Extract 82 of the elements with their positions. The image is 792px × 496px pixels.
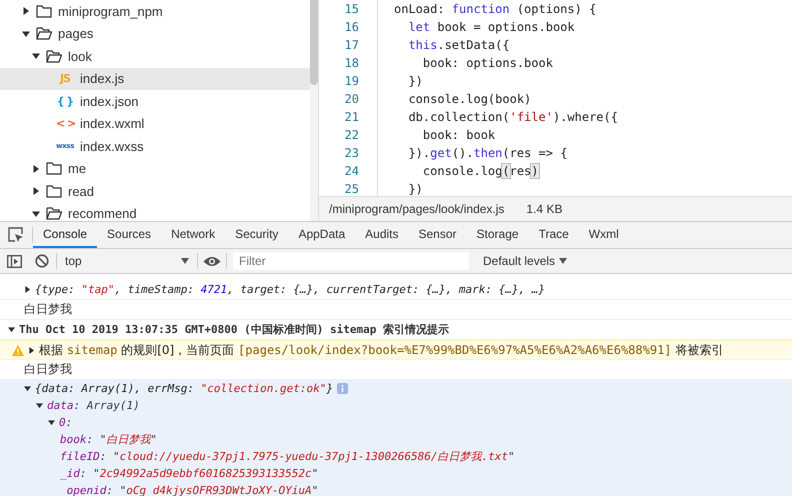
file-type-icon: JS (56, 72, 74, 86)
file-type-icon: { } (56, 94, 74, 108)
code-line: onLoad: function (options) { (393, 2, 596, 16)
file-tree-item[interactable]: miniprogram_npm (0, 0, 310, 22)
file-tree-item[interactable]: JS index.js (0, 68, 310, 90)
code-line: console.log(book) (407, 92, 532, 106)
file-tree-item[interactable]: pages (0, 22, 310, 45)
line-number: 21 (319, 108, 378, 126)
devtools-tab[interactable]: AppData (288, 222, 356, 248)
open-folder-icon (46, 207, 62, 220)
line-number: 20 (319, 90, 378, 108)
eye-icon[interactable] (203, 256, 221, 266)
scrollbar-thumb[interactable] (310, 0, 318, 85)
property-value: fileID: "cloud://yuedu-37pj1.7975-yuedu-37pj1-1300266586/白日梦我.txt" (59, 449, 516, 465)
expanded-arrow-icon[interactable] (32, 52, 40, 60)
file-tree-item[interactable]: { } index.json (0, 90, 310, 112)
expanded-arrow-icon[interactable] (24, 385, 31, 392)
file-tree-item[interactable]: < > index.wxml (0, 112, 310, 135)
file-tree-item[interactable]: read (0, 180, 310, 202)
log-object[interactable]: {type: "tap", timeStamp: 4721, target: {…}, currentTarget: {…}, mark: {…}, …} (0, 280, 792, 300)
line-number: 17 (319, 36, 378, 54)
devtools-tab[interactable]: Storage (466, 222, 529, 248)
devtools-tab[interactable]: Trace (528, 222, 579, 248)
devtools-tab[interactable]: Audits (355, 222, 408, 248)
levels-dropdown[interactable]: Default levels (477, 253, 574, 269)
filter-field[interactable]: Filter (233, 252, 469, 270)
file-tree-item[interactable]: look (0, 45, 310, 68)
code-line: db.collection('file').where({ (407, 110, 618, 124)
devtools-tab[interactable]: Sensor (408, 222, 467, 248)
file-path: /miniprogram/pages/look/index.js (329, 202, 504, 216)
code-line: book: options.book (422, 56, 553, 70)
devtools-tab[interactable]: Sources (97, 222, 162, 248)
object-property[interactable]: data: Array(1) (0, 397, 792, 414)
clear-icon[interactable] (35, 254, 49, 268)
devtools-tab[interactable]: Security (225, 222, 288, 248)
code-line: book: book (422, 128, 496, 142)
line-number: 15 (319, 0, 378, 18)
sidebar-toggle-icon[interactable] (6, 254, 22, 268)
file-tree-item[interactable]: recommend (0, 202, 310, 221)
log-object[interactable]: {data: Array(1), errMsg: "collection.get:ok"} (0, 380, 792, 397)
code-line: let book = options.book (407, 20, 575, 34)
expanded-arrow-icon[interactable] (32, 210, 40, 218)
expanded-arrow-icon[interactable] (36, 402, 43, 409)
warning-message: 根据 sitemap 的规则[0]，当前页面 [pages/look/index?book=%E7%99%BD%E6%97%A5%E6%A2%A6%E6%88%91] 将被索引 (0, 340, 792, 360)
collapsed-arrow-icon[interactable] (24, 286, 31, 293)
expanded-arrow-icon[interactable] (8, 326, 15, 333)
context-select[interactable]: top (57, 254, 197, 268)
expanded-arrow-icon[interactable] (48, 419, 55, 426)
devtools-tab[interactable]: Wxml (578, 222, 629, 248)
expanded-arrow-icon[interactable] (22, 30, 30, 38)
code-line: this.setData({ (407, 38, 510, 52)
collapsed-arrow-icon[interactable] (22, 7, 30, 16)
code-line: }) (407, 182, 423, 196)
caret-icon (181, 258, 189, 264)
property-value: _id: "2c94992a5d9ebbf6016825393133552c" (59, 466, 320, 482)
code-line: }) (407, 74, 423, 88)
log-message: 白日梦我 (0, 300, 792, 320)
property-value: book: "白日梦我" (59, 432, 158, 448)
folder-icon (46, 184, 62, 198)
warning-icon (12, 344, 24, 356)
open-folder-icon (36, 27, 52, 40)
collapsed-arrow-icon[interactable] (32, 164, 40, 173)
file-type-icon: < > (56, 117, 74, 130)
code-line: console.log(res) (422, 164, 539, 178)
line-number: 22 (319, 126, 378, 144)
file-tree-item[interactable]: me (0, 158, 310, 180)
code-line: }).get().then(res => { (407, 146, 568, 160)
file-size: 1.4 KB (526, 202, 562, 216)
line-number: 24 (319, 162, 378, 180)
devtools-tab[interactable]: Network (161, 222, 226, 248)
line-number: 18 (319, 54, 378, 72)
line-number: 16 (319, 18, 378, 36)
collapsed-arrow-icon[interactable] (32, 187, 40, 196)
inspect-icon[interactable] (8, 227, 24, 243)
line-number: 23 (319, 144, 378, 162)
line-number: 19 (319, 72, 378, 90)
folder-icon (46, 162, 62, 176)
collapsed-arrow-icon[interactable] (28, 346, 35, 354)
caret-icon (559, 258, 568, 264)
open-folder-icon (46, 50, 62, 63)
folder-icon (36, 4, 52, 18)
object-property[interactable]: 0: (0, 414, 792, 431)
